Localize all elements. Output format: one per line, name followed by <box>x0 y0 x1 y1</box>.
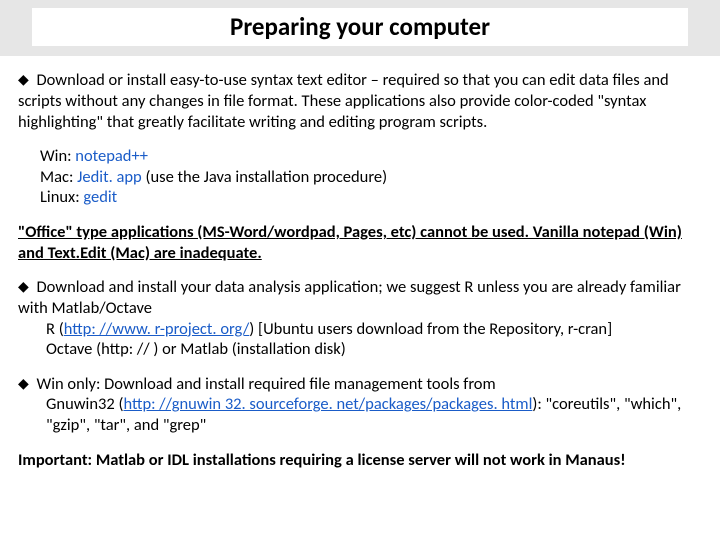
r-tail: ) [Ubuntu users download from the Reposi… <box>249 319 612 339</box>
gnuwin-link[interactable]: http: //gnuwin 32. sourceforge. net/pack… <box>123 394 532 414</box>
mac-label: Mac: <box>40 167 77 187</box>
editor-mac-line: Mac: Jedit. app (use the Java installati… <box>40 167 708 188</box>
win-label: Win: <box>40 146 75 166</box>
content-body: ◆ Download or install easy-to-use syntax… <box>0 70 720 470</box>
r-label: R ( <box>46 319 64 339</box>
octave-line: Octave (http: // ) or Matlab (installati… <box>18 339 708 360</box>
paragraph-data-analysis: ◆ Download and install your data analysi… <box>18 277 708 360</box>
jedit-link[interactable]: Jedit. app <box>77 167 142 187</box>
title-bar: Preparing your computer <box>0 0 720 56</box>
paragraph-editor-intro: ◆ Download or install easy-to-use syntax… <box>18 70 708 132</box>
editor-win-line: Win: notepad++ <box>40 146 708 167</box>
diamond-bullet-icon: ◆ <box>18 71 29 89</box>
r-line: R (http: //www. r-project. org/) [Ubuntu… <box>18 319 708 340</box>
editor-linux-line: Linux: gedit <box>40 187 708 208</box>
page-title: Preparing your computer <box>32 8 688 46</box>
important-note: Important: Matlab or IDL installations r… <box>18 450 708 471</box>
gnuwin-line: Gnuwin32 (http: //gnuwin 32. sourceforge… <box>18 394 708 435</box>
diamond-bullet-icon: ◆ <box>18 278 29 296</box>
mac-note: (use the Java installation procedure) <box>142 167 387 187</box>
linux-label: Linux: <box>40 187 83 207</box>
notepad-link[interactable]: notepad++ <box>75 146 148 166</box>
editor-list: Win: notepad++ Mac: Jedit. app (use the … <box>18 146 708 208</box>
diamond-bullet-icon: ◆ <box>18 375 29 393</box>
office-warning: "Office" type applications (MS-Word/word… <box>18 222 708 263</box>
paragraph-gnuwin: ◆ Win only: Download and install require… <box>18 374 708 436</box>
gnuwin-label: Gnuwin32 ( <box>46 394 123 414</box>
gedit-link[interactable]: gedit <box>83 187 117 207</box>
analysis-lead: Download and install your data analysis … <box>18 277 681 318</box>
editor-intro-text: Download or install easy-to-use syntax t… <box>18 70 669 131</box>
gnuwin-lead: Win only: Download and install required … <box>33 374 496 394</box>
r-project-link[interactable]: http: //www. r-project. org/ <box>64 319 250 339</box>
